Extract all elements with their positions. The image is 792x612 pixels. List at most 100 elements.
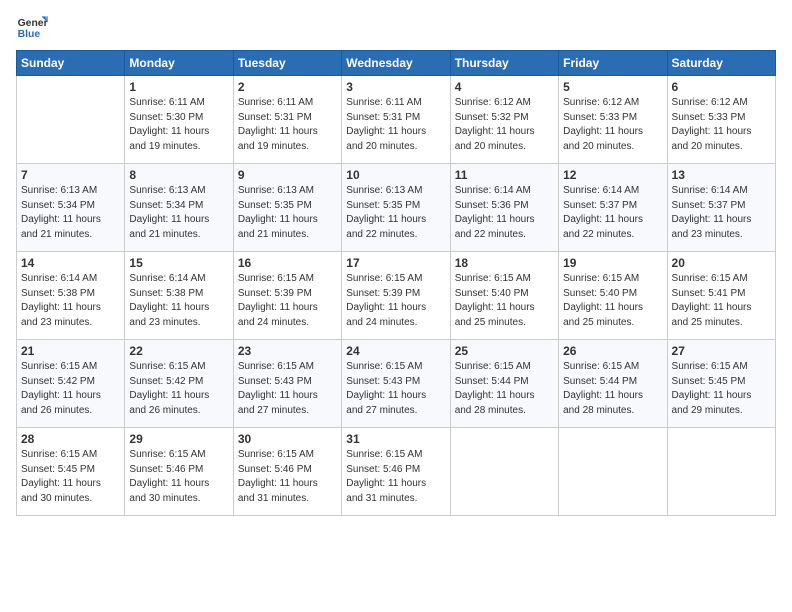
- day-cell: [559, 428, 667, 516]
- col-saturday: Saturday: [667, 51, 775, 76]
- day-detail: Sunrise: 6:15 AMSunset: 5:44 PMDaylight:…: [455, 360, 554, 418]
- day-cell: 3 Sunrise: 6:11 AMSunset: 5:31 PMDaylight…: [342, 76, 450, 164]
- day-cell: 25 Sunrise: 6:15 AMSunset: 5:44 PMDayligh…: [450, 340, 558, 428]
- day-detail: Sunrise: 6:14 AMSunset: 5:36 PMDaylight:…: [455, 184, 554, 242]
- logo-icon: General Blue: [16, 10, 48, 42]
- week-row-1: 7 Sunrise: 6:13 AMSunset: 5:34 PMDaylight…: [17, 164, 776, 252]
- day-detail: Sunrise: 6:13 AMSunset: 5:35 PMDaylight:…: [346, 184, 445, 242]
- header-row: Sunday Monday Tuesday Wednesday Thursday…: [17, 51, 776, 76]
- day-number: 22: [129, 344, 228, 358]
- day-number: 6: [672, 80, 771, 94]
- day-cell: 19Sunrise: 6:15 AMSunset: 5:40 PMDayligh…: [559, 252, 667, 340]
- day-cell: 12 Sunrise: 6:14 AMSunset: 5:37 PMDayligh…: [559, 164, 667, 252]
- day-number: 11: [455, 168, 554, 182]
- day-detail: Sunrise: 6:15 AMSunset: 5:43 PMDaylight:…: [346, 360, 445, 418]
- day-detail: Sunrise: 6:11 AMSunset: 5:30 PMDaylight:…: [129, 96, 228, 154]
- page: General Blue Sunday Monday Tuesday Wedne…: [0, 0, 792, 612]
- day-cell: [450, 428, 558, 516]
- day-cell: [17, 76, 125, 164]
- week-row-3: 21 Sunrise: 6:15 AMSunset: 5:42 PMDayligh…: [17, 340, 776, 428]
- day-detail: Sunrise: 6:12 AMSunset: 5:33 PMDaylight:…: [672, 96, 771, 154]
- day-number: 30: [238, 432, 337, 446]
- day-number: 23: [238, 344, 337, 358]
- day-number: 21: [21, 344, 120, 358]
- day-cell: 22 Sunrise: 6:15 AMSunset: 5:42 PMDayligh…: [125, 340, 233, 428]
- day-cell: 4Sunrise: 6:12 AMSunset: 5:32 PMDaylight…: [450, 76, 558, 164]
- day-number: 17: [346, 256, 445, 270]
- day-number: 25: [455, 344, 554, 358]
- day-detail: Sunrise: 6:15 AMSunset: 5:43 PMDaylight:…: [238, 360, 337, 418]
- day-detail: Sunrise: 6:13 AMSunset: 5:35 PMDaylight:…: [238, 184, 337, 242]
- day-cell: 21 Sunrise: 6:15 AMSunset: 5:42 PMDayligh…: [17, 340, 125, 428]
- day-number: 1: [129, 80, 228, 94]
- day-detail: Sunrise: 6:15 AMSunset: 5:42 PMDaylight:…: [129, 360, 228, 418]
- day-cell: 31 Sunrise: 6:15 AMSunset: 5:46 PMDayligh…: [342, 428, 450, 516]
- day-detail: Sunrise: 6:15 AMSunset: 5:39 PMDaylight:…: [238, 272, 337, 330]
- day-cell: 16 Sunrise: 6:15 AMSunset: 5:39 PMDayligh…: [233, 252, 341, 340]
- day-cell: 10 Sunrise: 6:13 AMSunset: 5:35 PMDayligh…: [342, 164, 450, 252]
- day-cell: 20 Sunrise: 6:15 AMSunset: 5:41 PMDayligh…: [667, 252, 775, 340]
- day-number: 28: [21, 432, 120, 446]
- day-number: 8: [129, 168, 228, 182]
- day-number: 2: [238, 80, 337, 94]
- day-detail: Sunrise: 6:15 AMSunset: 5:45 PMDaylight:…: [672, 360, 771, 418]
- col-tuesday: Tuesday: [233, 51, 341, 76]
- day-detail: Sunrise: 6:15 AMSunset: 5:46 PMDaylight:…: [346, 448, 445, 506]
- day-detail: Sunrise: 6:15 AMSunset: 5:41 PMDaylight:…: [672, 272, 771, 330]
- day-number: 10: [346, 168, 445, 182]
- day-detail: Sunrise: 6:15 AMSunset: 5:46 PMDaylight:…: [129, 448, 228, 506]
- day-detail: Sunrise: 6:14 AMSunset: 5:37 PMDaylight:…: [563, 184, 662, 242]
- col-monday: Monday: [125, 51, 233, 76]
- day-cell: 18Sunrise: 6:15 AMSunset: 5:40 PMDayligh…: [450, 252, 558, 340]
- day-detail: Sunrise: 6:15 AMSunset: 5:40 PMDaylight:…: [455, 272, 554, 330]
- day-detail: Sunrise: 6:15 AMSunset: 5:46 PMDaylight:…: [238, 448, 337, 506]
- day-cell: [667, 428, 775, 516]
- calendar-body: 1 Sunrise: 6:11 AMSunset: 5:30 PMDaylight…: [17, 76, 776, 516]
- day-number: 24: [346, 344, 445, 358]
- day-detail: Sunrise: 6:11 AMSunset: 5:31 PMDaylight:…: [238, 96, 337, 154]
- day-cell: 27Sunrise: 6:15 AMSunset: 5:45 PMDayligh…: [667, 340, 775, 428]
- day-number: 7: [21, 168, 120, 182]
- day-number: 19: [563, 256, 662, 270]
- day-cell: 7 Sunrise: 6:13 AMSunset: 5:34 PMDaylight…: [17, 164, 125, 252]
- calendar-table: Sunday Monday Tuesday Wednesday Thursday…: [16, 50, 776, 516]
- day-cell: 28 Sunrise: 6:15 AMSunset: 5:45 PMDayligh…: [17, 428, 125, 516]
- day-number: 31: [346, 432, 445, 446]
- day-number: 9: [238, 168, 337, 182]
- col-friday: Friday: [559, 51, 667, 76]
- day-cell: 23 Sunrise: 6:15 AMSunset: 5:43 PMDayligh…: [233, 340, 341, 428]
- day-detail: Sunrise: 6:13 AMSunset: 5:34 PMDaylight:…: [21, 184, 120, 242]
- day-detail: Sunrise: 6:15 AMSunset: 5:45 PMDaylight:…: [21, 448, 120, 506]
- day-detail: Sunrise: 6:12 AMSunset: 5:33 PMDaylight:…: [563, 96, 662, 154]
- logo: General Blue: [16, 10, 48, 42]
- day-cell: 2 Sunrise: 6:11 AMSunset: 5:31 PMDaylight…: [233, 76, 341, 164]
- day-number: 20: [672, 256, 771, 270]
- svg-text:General: General: [18, 18, 48, 29]
- day-cell: 29Sunrise: 6:15 AMSunset: 5:46 PMDayligh…: [125, 428, 233, 516]
- week-row-2: 14Sunrise: 6:14 AMSunset: 5:38 PMDayligh…: [17, 252, 776, 340]
- day-cell: 6 Sunrise: 6:12 AMSunset: 5:33 PMDaylight…: [667, 76, 775, 164]
- day-detail: Sunrise: 6:15 AMSunset: 5:42 PMDaylight:…: [21, 360, 120, 418]
- day-number: 12: [563, 168, 662, 182]
- day-cell: 11 Sunrise: 6:14 AMSunset: 5:36 PMDayligh…: [450, 164, 558, 252]
- day-number: 4: [455, 80, 554, 94]
- col-wednesday: Wednesday: [342, 51, 450, 76]
- day-cell: 24 Sunrise: 6:15 AMSunset: 5:43 PMDayligh…: [342, 340, 450, 428]
- day-cell: 15 Sunrise: 6:14 AMSunset: 5:38 PMDayligh…: [125, 252, 233, 340]
- day-detail: Sunrise: 6:11 AMSunset: 5:31 PMDaylight:…: [346, 96, 445, 154]
- day-number: 26: [563, 344, 662, 358]
- day-number: 16: [238, 256, 337, 270]
- day-detail: Sunrise: 6:14 AMSunset: 5:38 PMDaylight:…: [129, 272, 228, 330]
- day-number: 13: [672, 168, 771, 182]
- day-detail: Sunrise: 6:14 AMSunset: 5:37 PMDaylight:…: [672, 184, 771, 242]
- day-number: 15: [129, 256, 228, 270]
- day-cell: 9 Sunrise: 6:13 AMSunset: 5:35 PMDaylight…: [233, 164, 341, 252]
- header: General Blue: [16, 10, 776, 42]
- day-cell: 30 Sunrise: 6:15 AMSunset: 5:46 PMDayligh…: [233, 428, 341, 516]
- day-detail: Sunrise: 6:15 AMSunset: 5:39 PMDaylight:…: [346, 272, 445, 330]
- day-cell: 14Sunrise: 6:14 AMSunset: 5:38 PMDayligh…: [17, 252, 125, 340]
- day-cell: 1 Sunrise: 6:11 AMSunset: 5:30 PMDaylight…: [125, 76, 233, 164]
- day-number: 3: [346, 80, 445, 94]
- day-detail: Sunrise: 6:15 AMSunset: 5:44 PMDaylight:…: [563, 360, 662, 418]
- day-cell: 17 Sunrise: 6:15 AMSunset: 5:39 PMDayligh…: [342, 252, 450, 340]
